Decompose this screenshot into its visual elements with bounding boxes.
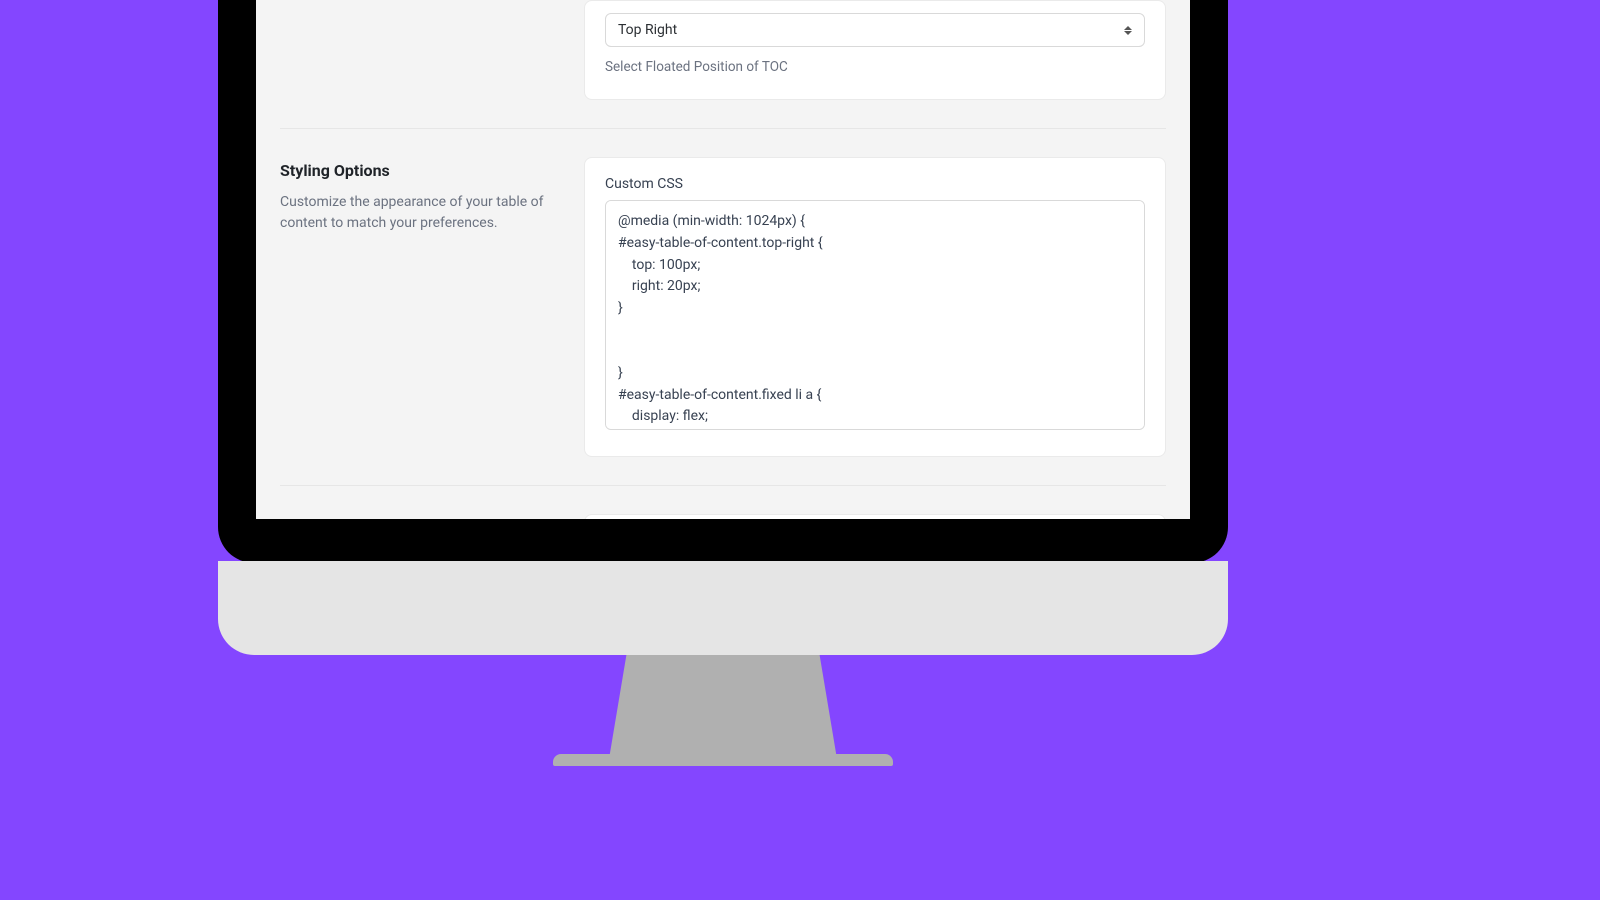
cache-card: Disable It's advisable to enable 'Store … [584, 514, 1166, 519]
section-position-right: Top Right Select Floated Position of TOC [584, 0, 1166, 100]
styling-card: Custom CSS [584, 157, 1166, 457]
monitor-frame: Top Right Select Floated Position of TOC… [218, 0, 1228, 765]
settings-page: Top Right Select Floated Position of TOC… [256, 0, 1190, 519]
section-cache: Store Configuration in Cache Cache Table… [280, 486, 1166, 519]
custom-css-input[interactable] [605, 200, 1145, 430]
section-styling: Styling Options Customize the appearance… [280, 129, 1166, 486]
section-cache-right: Disable It's advisable to enable 'Store … [584, 514, 1166, 519]
cache-title: Store Configuration in Cache [280, 518, 560, 519]
screen: Top Right Select Floated Position of TOC… [256, 0, 1190, 519]
monitor-chin [218, 561, 1228, 655]
monitor-stand [553, 655, 893, 765]
section-position-left [280, 0, 560, 4]
section-styling-left: Styling Options Customize the appearance… [280, 157, 560, 234]
monitor-bezel: Top Right Select Floated Position of TOC… [218, 0, 1228, 563]
position-card: Top Right Select Floated Position of TOC [584, 0, 1166, 100]
floated-position-select[interactable]: Top Right [605, 13, 1145, 47]
section-position: Top Right Select Floated Position of TOC [280, 0, 1166, 129]
floated-position-select-value: Top Right [605, 13, 1145, 47]
section-cache-left: Store Configuration in Cache Cache Table… [280, 514, 560, 519]
chevron-sort-icon [1121, 23, 1135, 37]
styling-description: Customize the appearance of your table o… [280, 192, 560, 234]
floated-position-help: Select Floated Position of TOC [605, 57, 1145, 77]
custom-css-label: Custom CSS [605, 176, 1145, 192]
styling-title: Styling Options [280, 161, 560, 180]
monitor-base [553, 754, 893, 766]
section-styling-right: Custom CSS [584, 157, 1166, 457]
